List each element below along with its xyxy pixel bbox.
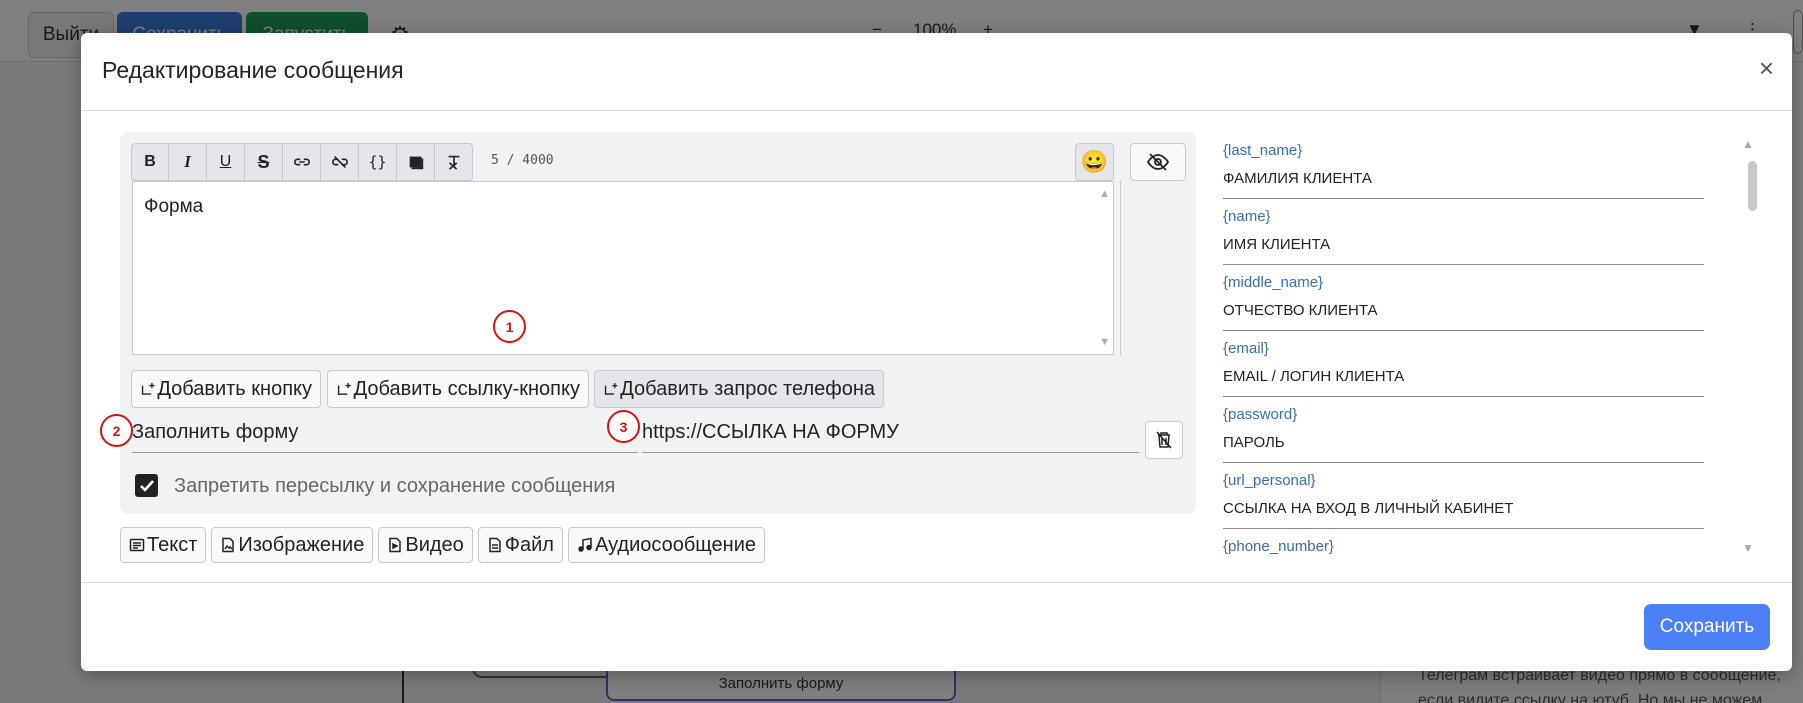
scroll-up-icon[interactable]: ▲	[1099, 188, 1110, 200]
scroll-down-icon[interactable]: ▼	[1099, 336, 1110, 348]
variables-list: {last_name} ФАМИЛИЯ КЛИЕНТА {name} ИМЯ К…	[1223, 132, 1768, 566]
link-icon[interactable]	[283, 143, 321, 181]
image-file-icon	[222, 537, 235, 553]
variable-item[interactable]: {last_name} ФАМИЛИЯ КЛИЕНТА	[1223, 132, 1704, 199]
button-url-value: https://ССЫЛКА НА ФОРМУ	[642, 421, 899, 443]
variable-description: ПАРОЛЬ	[1223, 434, 1285, 451]
add-phone-request-button[interactable]: Добавить запрос телефона	[594, 370, 884, 408]
variable-item[interactable]: {name} ИМЯ КЛИЕНТА	[1223, 198, 1704, 265]
strikethrough-button[interactable]: S	[245, 143, 283, 181]
bold-button[interactable]: B	[131, 143, 169, 181]
spoiler-icon[interactable]	[397, 143, 435, 181]
file-icon	[489, 537, 501, 553]
text-icon	[129, 538, 145, 552]
emoji-icon[interactable]: 😀	[1075, 143, 1114, 181]
variable-description: ССЫЛКА НА ВХОД В ЛИЧНЫЙ КАБИНЕТ	[1223, 500, 1514, 517]
variable-item[interactable]: {email} EMAIL / ЛОГИН КЛИЕНТА	[1223, 330, 1704, 397]
content-type-tabs: Текст Изображение Видео Файл Аудиосообще…	[120, 527, 766, 563]
add-button-label: Добавить кнопку	[157, 377, 312, 400]
close-icon[interactable]: ×	[1759, 55, 1774, 81]
variable-item[interactable]: {password} ПАРОЛЬ	[1223, 396, 1704, 463]
add-link-button-label: Добавить ссылку-кнопку	[353, 377, 580, 400]
char-counter: 5 / 4000	[491, 153, 554, 168]
music-note-icon	[578, 537, 592, 552]
editor-panel: B I U S {} 5 / 4000 😀 Форма ▲ ▼ Добавить…	[120, 132, 1196, 514]
variables-scroll-down-icon[interactable]: ▼	[1742, 541, 1754, 555]
variables-scroll-up-icon[interactable]: ▲	[1742, 137, 1754, 151]
forbid-forward-label: Запретить пересылку и сохранение сообщен…	[174, 475, 616, 497]
save-button[interactable]: Сохранить	[1644, 604, 1770, 650]
unlink-icon[interactable]	[321, 143, 359, 181]
message-text: Форма	[144, 196, 204, 217]
forbid-forward-checkbox[interactable]	[135, 474, 158, 497]
button-text-value: Заполнить форму	[132, 421, 299, 443]
eye-off-icon[interactable]	[1130, 143, 1186, 181]
tab-image[interactable]: Изображение	[211, 527, 374, 563]
tab-video[interactable]: Видео	[378, 527, 473, 563]
add-square-icon	[604, 383, 618, 395]
tab-text[interactable]: Текст	[120, 527, 207, 563]
variable-key: {phone_number}	[1223, 538, 1334, 555]
underline-button[interactable]: U	[207, 143, 245, 181]
annotation-badge-1: 1	[493, 310, 526, 343]
tab-audio[interactable]: Аудиосообщение	[567, 527, 766, 563]
add-button-button[interactable]: Добавить кнопку	[131, 370, 321, 408]
annotation-badge-3: 3	[607, 410, 640, 443]
button-text-field[interactable]: Заполнить форму	[132, 413, 638, 453]
variable-key: {email}	[1223, 340, 1269, 357]
tab-audio-label: Аудиосообщение	[594, 533, 757, 556]
tab-video-label: Видео	[405, 533, 464, 556]
tab-text-label: Текст	[147, 533, 198, 556]
annotation-badge-2: 2	[100, 414, 133, 447]
variable-key: {middle_name}	[1223, 274, 1324, 291]
clear-format-icon[interactable]	[435, 143, 473, 181]
variable-item[interactable]: {url_personal} ССЫЛКА НА ВХОД В ЛИЧНЫЙ К…	[1223, 462, 1704, 529]
variable-description: ОТЧЕСТВО КЛИЕНТА	[1223, 302, 1378, 319]
variable-key: {name}	[1223, 208, 1271, 225]
delete-button-icon[interactable]	[1145, 421, 1183, 459]
variable-description: ФАМИЛИЯ КЛИЕНТА	[1223, 170, 1372, 187]
italic-button[interactable]: I	[169, 143, 207, 181]
add-square-icon	[337, 382, 351, 395]
variable-item[interactable]: {phone_number}	[1223, 528, 1704, 566]
modal-header: Редактирование сообщения ×	[81, 33, 1792, 111]
add-phone-request-label: Добавить запрос телефона	[620, 377, 875, 400]
variable-description: EMAIL / ЛОГИН КЛИЕНТА	[1223, 368, 1405, 385]
variables-scrollbar[interactable]	[1748, 161, 1757, 211]
format-toolbar: B I U S {}	[131, 143, 473, 181]
video-file-icon	[389, 537, 402, 553]
code-icon[interactable]: {}	[359, 143, 397, 181]
divider	[1120, 181, 1121, 355]
message-textarea[interactable]: Форма ▲ ▼	[132, 181, 1114, 355]
tab-file[interactable]: Файл	[477, 527, 563, 563]
tab-image-label: Изображение	[238, 533, 365, 556]
edit-message-modal: Редактирование сообщения × B I U S {} 5 …	[81, 33, 1792, 671]
variable-item[interactable]: {middle_name} ОТЧЕСТВО КЛИЕНТА	[1223, 264, 1704, 331]
variable-key: {password}	[1223, 406, 1298, 423]
modal-footer: Сохранить	[81, 582, 1792, 671]
tab-file-label: Файл	[504, 533, 554, 556]
variable-key: {url_personal}	[1223, 472, 1316, 489]
variable-description: ИМЯ КЛИЕНТА	[1223, 236, 1331, 253]
variable-key: {last_name}	[1223, 142, 1303, 159]
modal-title: Редактирование сообщения	[102, 57, 404, 83]
add-square-icon	[141, 383, 155, 395]
add-link-button-button[interactable]: Добавить ссылку-кнопку	[327, 370, 589, 408]
button-url-field[interactable]: https://ССЫЛКА НА ФОРМУ	[642, 413, 1139, 453]
